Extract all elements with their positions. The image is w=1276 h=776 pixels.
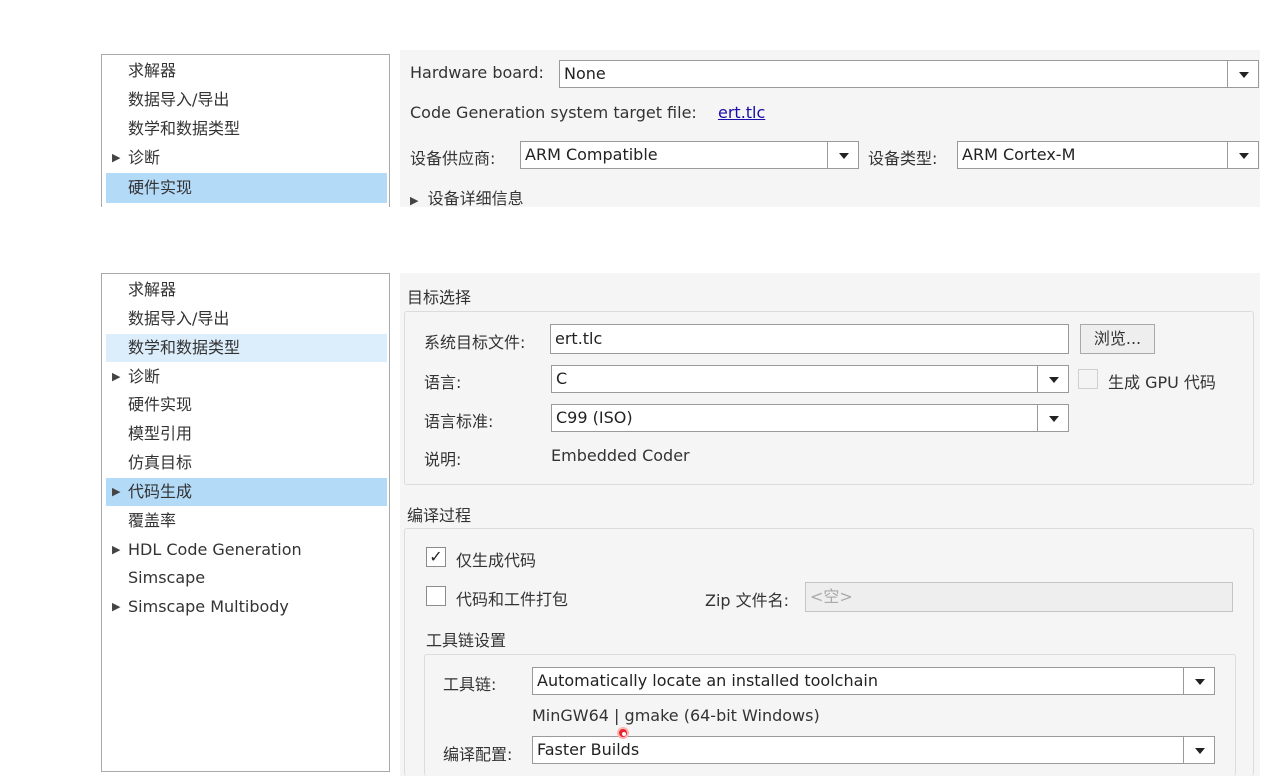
hardware-board-dropdown[interactable]: None	[559, 60, 1259, 88]
tree-item-simulation-target[interactable]: 仿真目标	[106, 449, 389, 477]
language-label: 语言:	[424, 373, 462, 392]
tree-item-solver[interactable]: 求解器	[106, 57, 389, 85]
tree-item-label: 代码生成	[128, 482, 193, 501]
zip-file-label: Zip 文件名:	[705, 591, 790, 610]
toolchain-label: 工具链:	[443, 675, 497, 694]
tree-item-label: 求解器	[128, 61, 177, 80]
tree-item-hardware-implementation[interactable]: 硬件实现	[106, 173, 387, 203]
system-target-value: ert.tlc	[555, 329, 603, 348]
tree-item-label: 数据导入/导出	[128, 90, 230, 109]
system-target-field[interactable]: ert.tlc	[550, 324, 1069, 354]
tree-item-data-import-export[interactable]: 数据导入/导出	[106, 305, 389, 333]
zip-file-placeholder: <空>	[810, 587, 853, 606]
browse-button[interactable]: 浏览...	[1080, 324, 1155, 354]
build-config-dropdown[interactable]: Faster Builds	[532, 736, 1215, 764]
tree-item-label: 数学和数据类型	[128, 338, 241, 357]
tree-item-simscape-multibody[interactable]: ▶ Simscape Multibody	[106, 593, 389, 621]
toolchain-value: Automatically locate an installed toolch…	[537, 671, 878, 690]
tree-item-label: 求解器	[128, 280, 177, 299]
chevron-down-icon[interactable]	[1227, 61, 1258, 87]
description-label: 说明:	[424, 450, 462, 469]
gpu-code-label: 生成 GPU 代码	[1108, 373, 1216, 392]
codegen-target-link[interactable]: ert.tlc	[718, 103, 765, 122]
tree-item-label: HDL Code Generation	[128, 540, 302, 559]
device-details-label: 设备详细信息	[427, 189, 524, 208]
top-config-tree: 求解器 数据导入/导出 数学和数据类型 ▶ 诊断 硬件实现	[101, 54, 390, 207]
tree-item-label: 硬件实现	[128, 178, 193, 197]
expand-arrow-icon: ▶	[112, 151, 121, 164]
tree-item-label: Simscape	[128, 568, 206, 587]
language-standard-label: 语言标准:	[424, 412, 494, 431]
expand-arrow-icon: ▶	[112, 485, 121, 498]
language-dropdown[interactable]: C	[551, 365, 1069, 393]
tree-item-label: Simscape Multibody	[128, 597, 289, 616]
tree-item-data-import-export[interactable]: 数据导入/导出	[106, 86, 389, 114]
description-value: Embedded Coder	[551, 446, 690, 465]
build-section-title: 编译过程	[407, 506, 472, 525]
language-standard-value: C99 (ISO)	[556, 408, 633, 427]
tree-item-coverage[interactable]: 覆盖率	[106, 507, 389, 535]
mouse-cursor-icon	[617, 727, 629, 739]
tree-item-hdl-code-generation[interactable]: ▶ HDL Code Generation	[106, 536, 389, 564]
package-artifacts-checkbox[interactable]	[426, 586, 446, 606]
codegen-target-label: Code Generation system target file:	[410, 103, 697, 122]
generate-code-only-checkbox[interactable]: ✓	[426, 547, 446, 567]
tree-item-label: 诊断	[128, 148, 161, 167]
tree-item-label: 硬件实现	[128, 395, 193, 414]
tree-item-label: 诊断	[128, 367, 161, 386]
tree-item-label: 模型引用	[128, 424, 193, 443]
toolchain-detected-value: MinGW64 | gmake (64-bit Windows)	[532, 706, 820, 725]
device-vendor-dropdown[interactable]: ARM Compatible	[520, 141, 859, 169]
generate-code-only-label: 仅生成代码	[456, 551, 537, 570]
chevron-down-icon[interactable]	[1183, 668, 1214, 694]
chevron-down-icon[interactable]	[827, 142, 858, 168]
toolchain-dropdown[interactable]: Automatically locate an installed toolch…	[532, 667, 1215, 695]
hardware-board-label: Hardware board:	[410, 63, 544, 82]
expand-arrow-icon: ▶	[112, 600, 121, 613]
build-config-label: 编译配置:	[443, 745, 513, 764]
device-type-label: 设备类型:	[868, 149, 938, 168]
device-vendor-value: ARM Compatible	[525, 145, 658, 164]
tree-item-math-data-types[interactable]: 数学和数据类型	[106, 115, 389, 143]
toolchain-section-title: 工具链设置	[426, 631, 507, 650]
device-details-expander[interactable]: ▶ 设备详细信息	[410, 185, 524, 209]
build-config-value: Faster Builds	[537, 740, 640, 759]
tree-item-label: 仿真目标	[128, 453, 193, 472]
tree-item-solver[interactable]: 求解器	[106, 276, 389, 304]
expand-arrow-icon: ▶	[112, 370, 121, 383]
chevron-down-icon[interactable]	[1037, 405, 1068, 431]
tree-item-label: 数学和数据类型	[128, 119, 241, 138]
tree-item-math-data-types[interactable]: 数学和数据类型	[106, 334, 387, 362]
expand-arrow-icon: ▶	[112, 543, 121, 556]
bottom-config-tree: 求解器 数据导入/导出 数学和数据类型 ▶ 诊断 硬件实现 模型引用 仿真目标 …	[101, 273, 390, 772]
device-type-dropdown[interactable]: ARM Cortex-M	[957, 141, 1259, 169]
chevron-down-icon[interactable]	[1037, 366, 1068, 392]
zip-file-field[interactable]: <空>	[805, 582, 1233, 612]
tree-item-simscape[interactable]: Simscape	[106, 564, 389, 592]
language-standard-dropdown[interactable]: C99 (ISO)	[551, 404, 1069, 432]
chevron-down-icon[interactable]	[1183, 737, 1214, 763]
system-target-label: 系统目标文件:	[424, 333, 526, 352]
chevron-down-icon[interactable]	[1227, 142, 1258, 168]
tree-item-diagnostics[interactable]: ▶ 诊断	[106, 363, 389, 391]
tree-item-hardware-implementation[interactable]: 硬件实现	[106, 391, 389, 419]
tree-item-diagnostics[interactable]: ▶ 诊断	[106, 144, 389, 172]
tree-item-model-referencing[interactable]: 模型引用	[106, 420, 389, 448]
tree-item-code-generation[interactable]: ▶ 代码生成	[106, 478, 387, 506]
expand-arrow-icon: ▶	[410, 194, 419, 207]
tree-item-label: 覆盖率	[128, 511, 177, 530]
tree-item-label: 数据导入/导出	[128, 309, 230, 328]
gpu-code-checkbox[interactable]	[1078, 369, 1098, 389]
target-section-title: 目标选择	[407, 288, 472, 307]
language-value: C	[556, 369, 568, 388]
hardware-board-value: None	[564, 64, 606, 83]
device-type-value: ARM Cortex-M	[962, 145, 1076, 164]
device-vendor-label: 设备供应商:	[410, 149, 496, 168]
package-artifacts-label: 代码和工件打包	[456, 590, 569, 609]
